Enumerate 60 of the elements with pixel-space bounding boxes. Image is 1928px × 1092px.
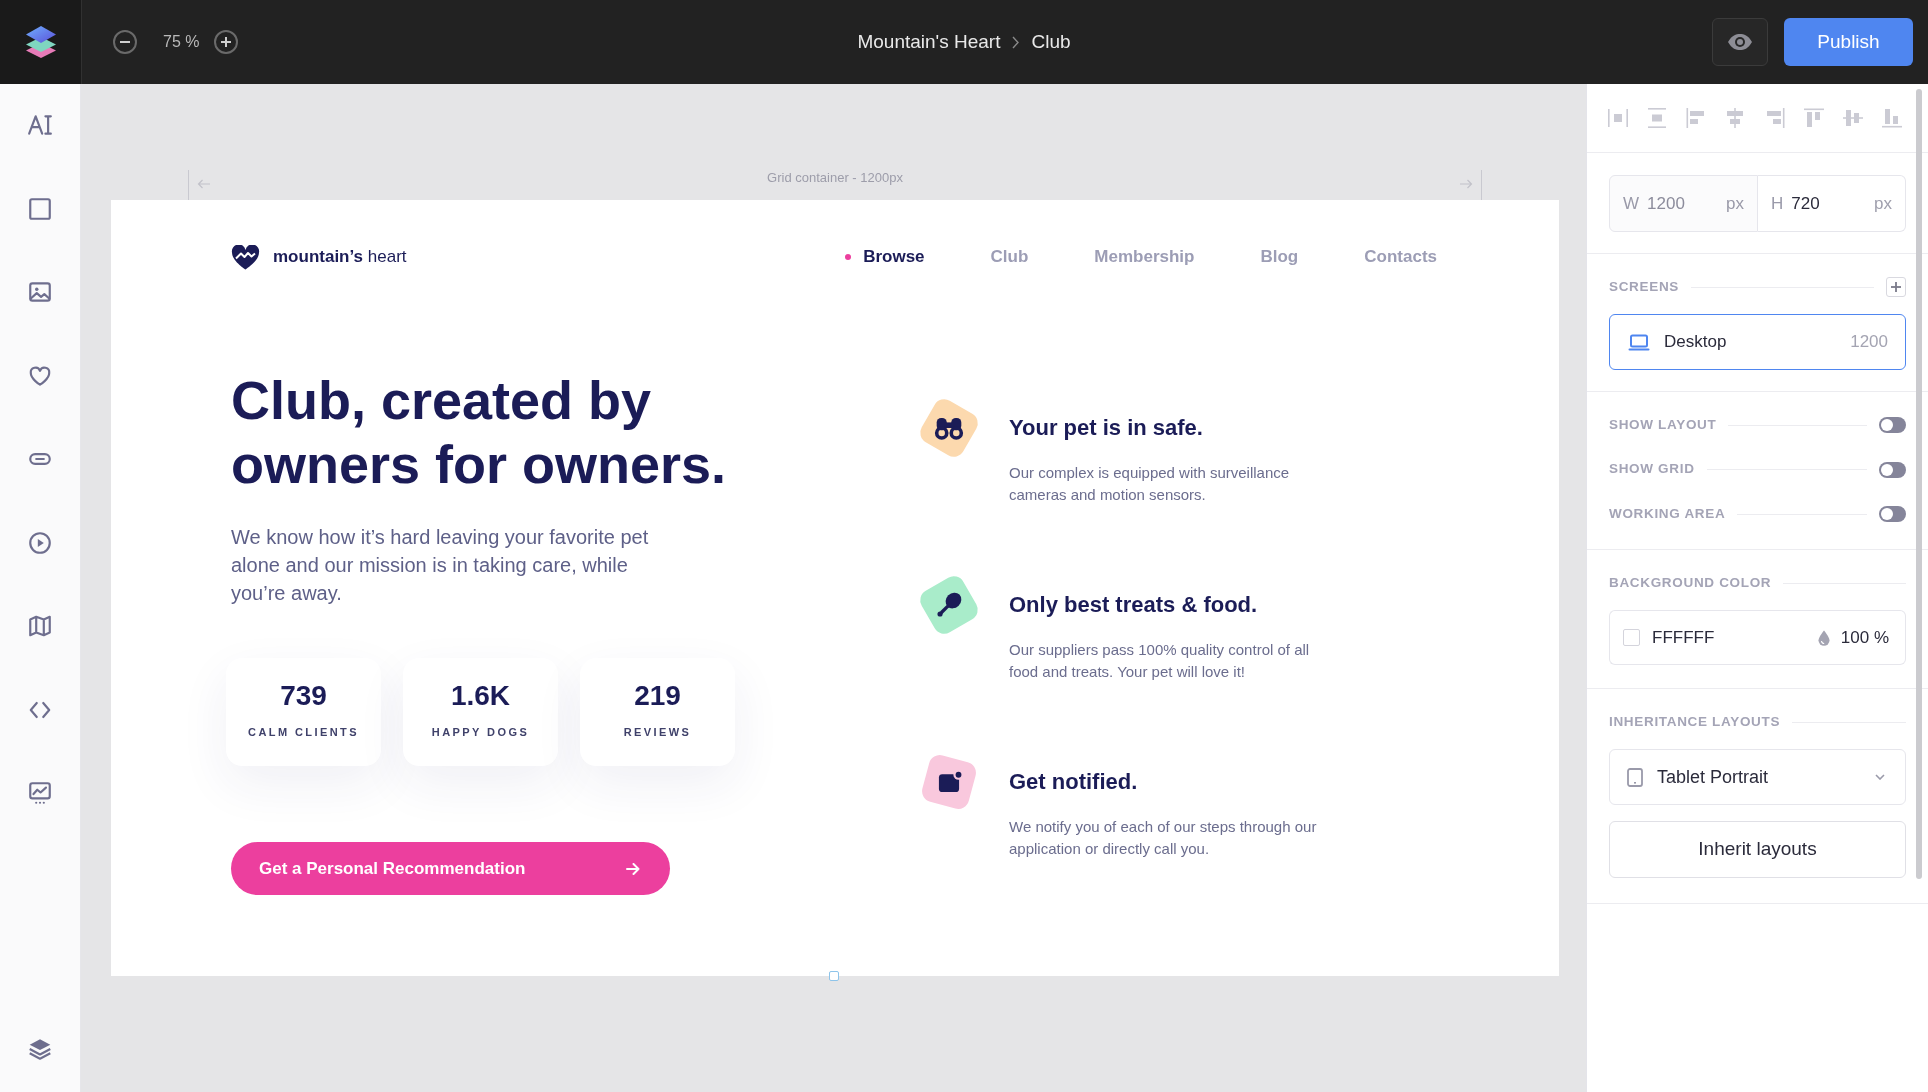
publish-button[interactable]: Publish [1784,18,1913,66]
intro-text: We know how it’s hard leaving your favorite pet alone and our mission is in taking care, while you’re away. [231,525,650,606]
height-field[interactable]: H 720 px [1758,175,1906,232]
tablet-icon [1627,767,1643,787]
scrollbar-thumb[interactable] [1916,89,1922,879]
section-label: SHOW LAYOUT [1609,415,1717,434]
toggle-switch[interactable] [1879,417,1906,433]
plus-icon [1891,282,1901,292]
section-label: BACKGROUND COLOR [1609,573,1772,592]
site-logo-text: mountain’s heart [273,246,407,269]
headline: Club, created by owners for owners. [231,369,728,496]
screen-option[interactable]: Desktop 1200 [1609,314,1906,370]
stat-label: CALM CLIENTS [248,726,359,738]
chevron-right-icon [1012,35,1020,49]
toggle-switch[interactable] [1879,461,1906,478]
section-label: INHERITANCE LAYOUTS [1609,712,1781,731]
stat-label: REVIEWS [623,726,692,738]
grid-container-label: Grid container - 1200px [767,170,903,186]
arrow-right-icon [626,862,640,875]
stat-value: 1.6K [450,682,511,710]
eye-icon [1727,33,1753,51]
preview-button[interactable] [1712,18,1768,66]
plus-icon [221,37,232,47]
feature-description: Our suppliers pass 100% quality control of all food and treats. Your pet will love it! [1009,640,1311,682]
minus-icon [120,41,130,43]
arrow-right-icon [1459,179,1473,189]
section-label: SCREENS [1609,277,1679,296]
breadcrumb-link[interactable]: Club [1031,27,1071,57]
inherit-layouts-button[interactable]: Inherit layouts [1609,821,1906,878]
resize-handle[interactable] [829,971,839,981]
feature-description: We notify you of each of our steps through our application or directly call you. [1009,817,1318,859]
feature-description: Our complex is equipped with surveillance cameras and motion sensors. [1009,463,1291,505]
section-label: WORKING AREA [1609,504,1726,523]
laptop-icon [1628,333,1650,351]
section-label: SHOW GRID [1609,460,1695,479]
layout-dropdown[interactable]: Tablet Portrait [1609,749,1906,805]
add-screen-button[interactable] [1886,277,1906,297]
zoom-out-button[interactable] [113,30,137,54]
chart-slide-icon[interactable] [27,780,53,806]
stat-value: 219 [634,682,681,710]
toggle-switch[interactable] [1879,506,1906,522]
zoom-level: 75 % [163,32,200,52]
nav-link[interactable]: Browse [845,244,925,270]
feature-title: Get notified. [1009,768,1139,796]
play-circle-icon[interactable] [27,529,53,556]
square-icon[interactable] [27,195,53,222]
feature-title: Only best treats & food. [1009,591,1259,619]
heart-logo-icon [231,244,260,270]
stat-label: HAPPY DOGS [431,726,530,738]
map-icon[interactable] [27,613,53,639]
zoom-in-button[interactable] [214,30,239,54]
stat-value: 739 [280,682,327,710]
feature-title: Your pet is in safe. [1009,414,1204,442]
arrow-left-icon [197,179,211,189]
breadcrumb-link[interactable]: Mountain's Heart [857,27,1001,57]
chevron-down-icon [1875,774,1885,780]
active-dot-icon [845,254,852,260]
recommendation-button[interactable]: Get a Personal Recommendation [231,842,670,895]
text-tool-icon[interactable] [27,112,53,138]
image-icon[interactable] [27,279,53,305]
